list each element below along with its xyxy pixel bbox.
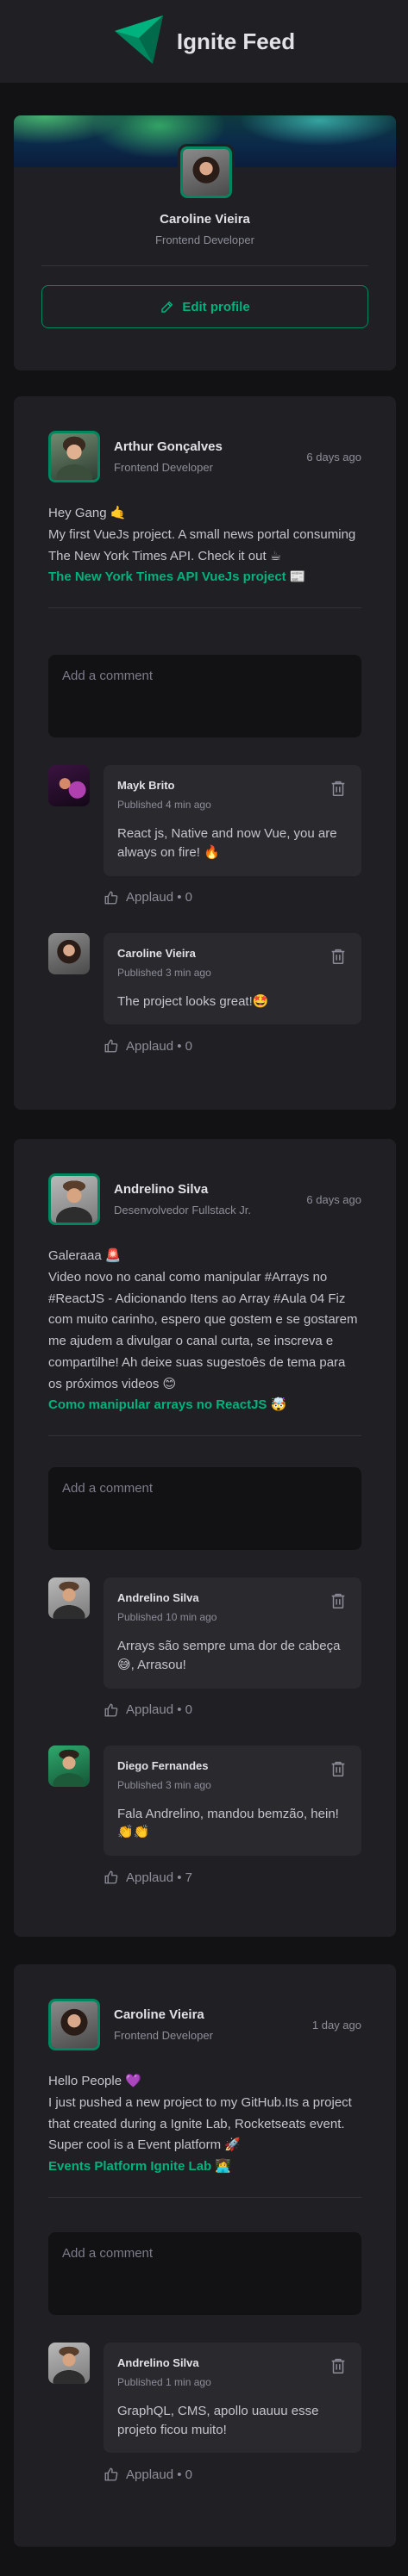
post-divider <box>48 1435 361 1436</box>
comment-avatar[interactable] <box>48 765 90 806</box>
thumbs-up-icon <box>104 1870 118 1884</box>
thumbs-up-icon <box>104 891 118 904</box>
post-line: Galeraaa 🚨 <box>48 1248 122 1263</box>
avatar-image <box>183 149 229 196</box>
post-divider <box>48 2196 361 2198</box>
comment-author: Mayk Brito <box>117 779 175 792</box>
applaud-button[interactable]: Applaud • 0 <box>104 1702 361 1718</box>
thumbs-up-icon <box>104 1703 118 1716</box>
comment-time: Published 4 min ago <box>117 799 211 811</box>
comment-text: GraphQL, CMS, apollo uauuu esse projeto … <box>117 2403 319 2437</box>
comment: Andrelino Silva Published 10 min ago Arr… <box>48 1577 361 1718</box>
pencil-icon <box>161 301 173 313</box>
comment: Diego Fernandes Published 3 min ago Fala… <box>48 1745 361 1886</box>
post-time: 1 day ago <box>311 2018 361 2032</box>
profile-card: Caroline Vieira Frontend Developer Edit … <box>14 115 396 370</box>
thumbs-up-icon <box>104 2467 118 2481</box>
trash-icon[interactable] <box>329 2356 348 2375</box>
comment: Mayk Brito Published 4 min ago React js,… <box>48 765 361 905</box>
comment-input[interactable]: Add a comment <box>48 2231 361 2315</box>
app-header: Ignite Feed <box>0 0 408 83</box>
profile-name: Caroline Vieira <box>160 212 250 227</box>
app-title: Ignite Feed <box>176 28 296 54</box>
comment-time: Published 3 min ago <box>117 1778 211 1791</box>
ignite-logo-icon <box>114 16 163 64</box>
trash-icon[interactable] <box>329 1759 348 1778</box>
author-name: Arthur Gonçalves <box>114 439 223 454</box>
post-link[interactable]: Events Platform Ignite Lab 👩‍💻 <box>48 2156 361 2178</box>
applaud-button[interactable]: Applaud • 7 <box>104 1870 361 1885</box>
applaud-button[interactable]: Applaud • 0 <box>104 890 361 905</box>
thumbs-up-icon <box>104 1039 118 1053</box>
comment-time: Published 10 min ago <box>117 1611 217 1623</box>
author-avatar[interactable] <box>46 428 103 485</box>
author-avatar[interactable] <box>46 1171 103 1228</box>
profile-avatar[interactable] <box>178 144 235 201</box>
post-card: Arthur Gonçalves Frontend Developer 6 da… <box>14 396 396 1110</box>
comment-input[interactable]: Add a comment <box>48 655 361 737</box>
comment-text: Arrays são sempre uma dor de cabeça 😅, A… <box>117 1639 341 1672</box>
comment-time: Published 1 min ago <box>117 2375 211 2388</box>
comment-text: Fala Andrelino, mandou bemzão, hein! 👏👏 <box>117 1806 339 1840</box>
post-card: Andrelino Silva Desenvolvedor Fullstack … <box>14 1139 396 1937</box>
post-line: Hey Gang 🤙 <box>48 506 127 520</box>
applaud-button[interactable]: Applaud • 0 <box>104 1038 361 1054</box>
author-name: Caroline Vieira <box>114 2007 204 2022</box>
post-time: 6 days ago <box>306 450 361 464</box>
author-role: Desenvolvedor Fullstack Jr. <box>114 1204 251 1216</box>
author-avatar[interactable] <box>46 1996 103 2053</box>
post-line: Video novo no canal como manipular #Arra… <box>48 1269 358 1391</box>
author-role: Frontend Developer <box>114 461 213 474</box>
comment-time: Published 3 min ago <box>117 966 211 979</box>
comment-avatar[interactable] <box>48 1577 90 1619</box>
comment-author: Andrelino Silva <box>117 2355 199 2369</box>
post-content: Hello People 💜 I just pushed a new proje… <box>48 2071 361 2178</box>
post-line: My first VueJs project. A small news por… <box>48 526 356 563</box>
post-content: Galeraaa 🚨 Video novo no canal como mani… <box>48 1246 361 1416</box>
comment: Caroline Vieira Published 3 min ago The … <box>48 932 361 1055</box>
comment-author: Diego Fernandes <box>117 1758 209 1772</box>
comment-input[interactable]: Add a comment <box>48 1467 361 1550</box>
comment-text: React js, Native and now Vue, you are al… <box>117 826 337 860</box>
author-role: Frontend Developer <box>114 2029 213 2042</box>
post-line: Hello People 💜 <box>48 2074 141 2088</box>
post-content: Hey Gang 🤙 My first VueJs project. A sma… <box>48 503 361 588</box>
trash-icon[interactable] <box>329 947 348 966</box>
post-divider <box>48 607 361 608</box>
comment-avatar[interactable] <box>48 1745 90 1787</box>
author-name: Andrelino Silva <box>114 1182 209 1197</box>
comment-text: The project looks great!🤩 <box>117 993 269 1009</box>
post-link[interactable]: Como manipular arrays no ReactJS 🤯 <box>48 1395 361 1416</box>
trash-icon[interactable] <box>329 1591 348 1610</box>
comment-author: Caroline Vieira <box>117 946 196 960</box>
post-link[interactable]: The New York Times API VueJs project 📰 <box>48 567 361 588</box>
post-card: Caroline Vieira Frontend Developer 1 day… <box>14 1964 396 2547</box>
comment-avatar[interactable] <box>48 2342 90 2384</box>
profile-role: Frontend Developer <box>155 233 254 246</box>
comment-author: Andrelino Silva <box>117 1591 199 1604</box>
post-line: I just pushed a new project to my GitHub… <box>48 2094 352 2153</box>
edit-profile-button[interactable]: Edit profile <box>41 285 368 328</box>
profile-divider <box>41 265 368 266</box>
applaud-button[interactable]: Applaud • 0 <box>104 2467 361 2482</box>
post-time: 6 days ago <box>306 1192 361 1206</box>
trash-icon[interactable] <box>329 779 348 798</box>
comment: Andrelino Silva Published 1 min ago Grap… <box>48 2342 361 2483</box>
comment-avatar[interactable] <box>48 932 90 974</box>
